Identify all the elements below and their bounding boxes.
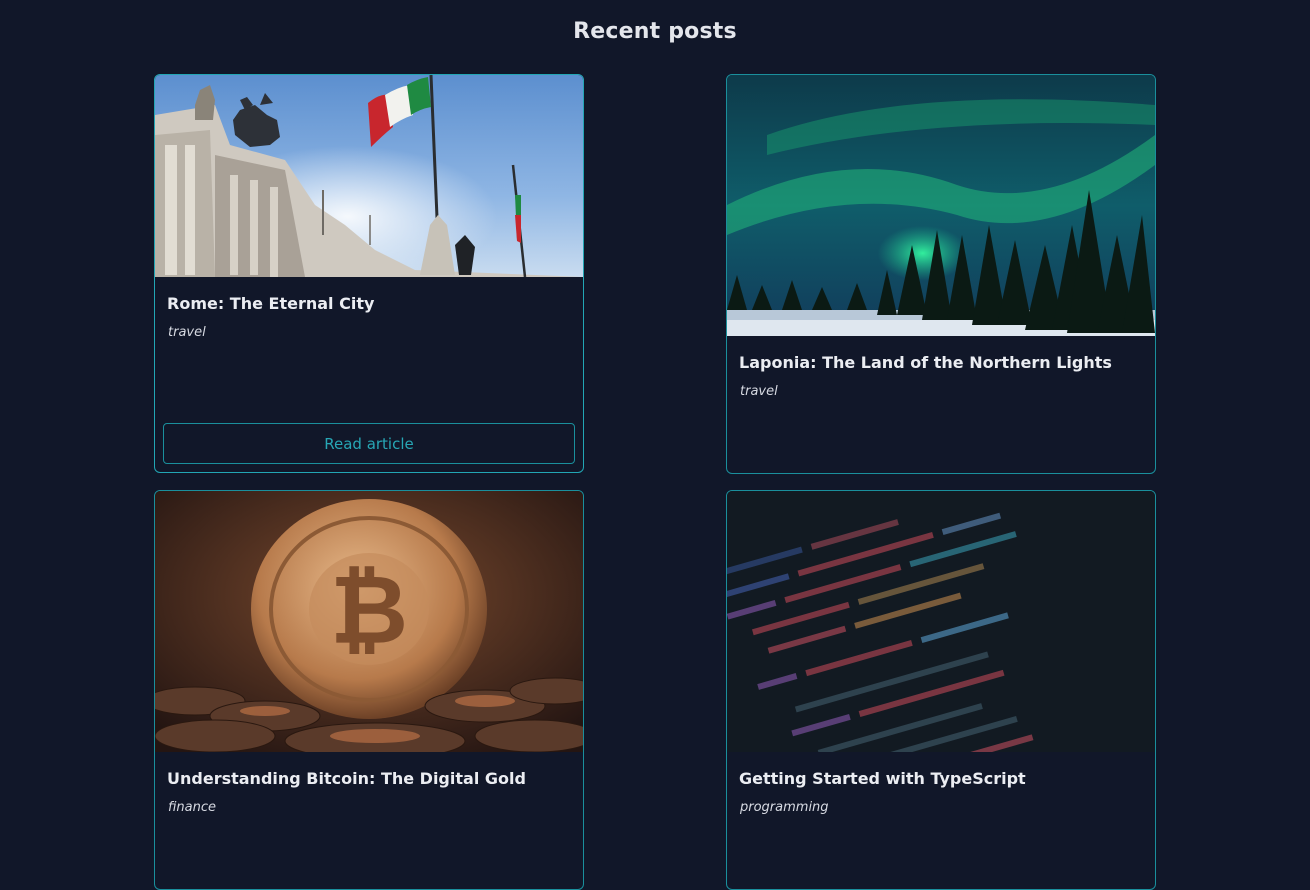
post-image-typescript[interactable] xyxy=(727,491,1155,752)
post-title[interactable]: Getting Started with TypeScript xyxy=(739,768,1143,790)
code-screen-image xyxy=(727,491,1155,752)
post-card-typescript[interactable]: Getting Started with TypeScript programm… xyxy=(726,490,1156,890)
svg-text:₿: ₿ xyxy=(330,554,408,666)
post-title[interactable]: Rome: The Eternal City xyxy=(167,293,571,315)
post-category: finance xyxy=(168,800,216,815)
read-article-button[interactable]: Read article xyxy=(163,423,575,464)
post-card-rome[interactable]: Rome: The Eternal City travel Read artic… xyxy=(154,74,584,473)
post-card-laponia[interactable]: Laponia: The Land of the Northern Lights… xyxy=(726,74,1156,474)
page-title: Recent posts xyxy=(573,19,737,44)
bitcoin-image: ₿ xyxy=(155,491,583,752)
post-title[interactable]: Understanding Bitcoin: The Digital Gold xyxy=(167,768,571,790)
post-image-rome[interactable] xyxy=(155,75,583,277)
post-category: travel xyxy=(740,384,778,399)
post-card-bitcoin[interactable]: ₿ Understanding Bitcoin: The Digital Gol… xyxy=(154,490,584,890)
post-image-bitcoin[interactable]: ₿ xyxy=(155,491,583,752)
post-image-laponia[interactable] xyxy=(727,75,1155,336)
aurora-forest-image xyxy=(727,75,1155,336)
rome-monument-image xyxy=(155,75,583,277)
post-title[interactable]: Laponia: The Land of the Northern Lights xyxy=(739,352,1143,374)
post-category: programming xyxy=(740,800,829,815)
post-category: travel xyxy=(168,325,206,340)
